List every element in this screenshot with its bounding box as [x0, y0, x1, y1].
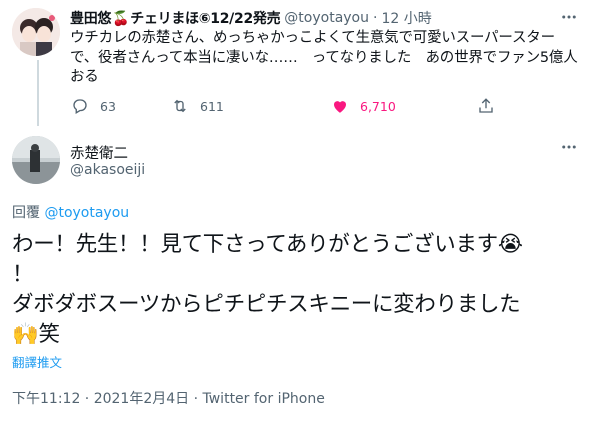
- retweet-button[interactable]: 611: [170, 96, 224, 116]
- reply-label: 回覆: [12, 205, 40, 221]
- retweet-count: 611: [200, 98, 224, 114]
- parent-tweet[interactable]: 豊田悠🍒チェリまほ⑥12/22発売 @toyotayou · 12 小時 ウチカ…: [0, 0, 593, 128]
- tweet-text-line: ！: [12, 262, 34, 287]
- avatar[interactable]: [12, 136, 60, 184]
- tweet-text-line: 🙌笑: [12, 322, 60, 347]
- parent-handle[interactable]: @toyotayou: [284, 10, 369, 26]
- retweet-icon: [170, 96, 190, 116]
- reply-icon: [70, 96, 90, 116]
- main-handle[interactable]: @akasoeiji: [70, 162, 145, 178]
- main-display-name[interactable]: 赤楚衛二: [70, 142, 128, 163]
- like-button[interactable]: 6,710: [330, 96, 396, 116]
- more-options-icon[interactable]: [557, 138, 581, 158]
- share-icon: [476, 96, 496, 116]
- tweet-text-line: わー！先生！！見て下さってありがとうございます😭: [12, 232, 523, 257]
- parent-tweet-text: ウチカレの赤楚さん、めっちゃかっこよくて生意気で可愛いスーパースターで、役者さん…: [70, 30, 578, 85]
- parent-timestamp[interactable]: 12 小時: [381, 8, 431, 28]
- thread-line: [37, 60, 39, 126]
- avatar[interactable]: [12, 8, 60, 56]
- share-button[interactable]: [476, 96, 506, 116]
- heart-icon: [330, 96, 350, 116]
- reply-button[interactable]: 63: [70, 96, 116, 116]
- replying-to: 回覆 @toyotayou: [12, 202, 129, 222]
- reply-mention-link[interactable]: @toyotayou: [44, 205, 129, 221]
- separator-dot: ·: [373, 10, 378, 26]
- tweet-metadata: 下午11:12 · 2021年2月4日 · Twitter for iPhone: [12, 388, 325, 408]
- parent-tweet-header: 豊田悠🍒チェリまほ⑥12/22発売 @toyotayou · 12 小時: [70, 8, 432, 28]
- tweet-timestamp[interactable]: 下午11:12 · 2021年2月4日 ·: [12, 391, 203, 407]
- translate-tweet-link[interactable]: 翻譯推文: [12, 352, 62, 371]
- parent-display-name[interactable]: 豊田悠🍒チェリまほ⑥12/22発売: [70, 8, 281, 28]
- tweet-text-line: ダボダボスーツからピチピチスキニーに変わりました: [12, 292, 521, 317]
- like-count: 6,710: [360, 98, 396, 114]
- reply-count: 63: [100, 98, 116, 114]
- cherry-icon: 🍒: [112, 11, 130, 27]
- main-tweet-text: わー！先生！！見て下さってありがとうございます😭 ！ ダボダボスーツからピチピチ…: [12, 230, 582, 350]
- more-options-icon[interactable]: [557, 8, 581, 28]
- tweet-actions: 63 611 6,710: [70, 96, 510, 116]
- tweet-source[interactable]: Twitter for iPhone: [203, 391, 325, 407]
